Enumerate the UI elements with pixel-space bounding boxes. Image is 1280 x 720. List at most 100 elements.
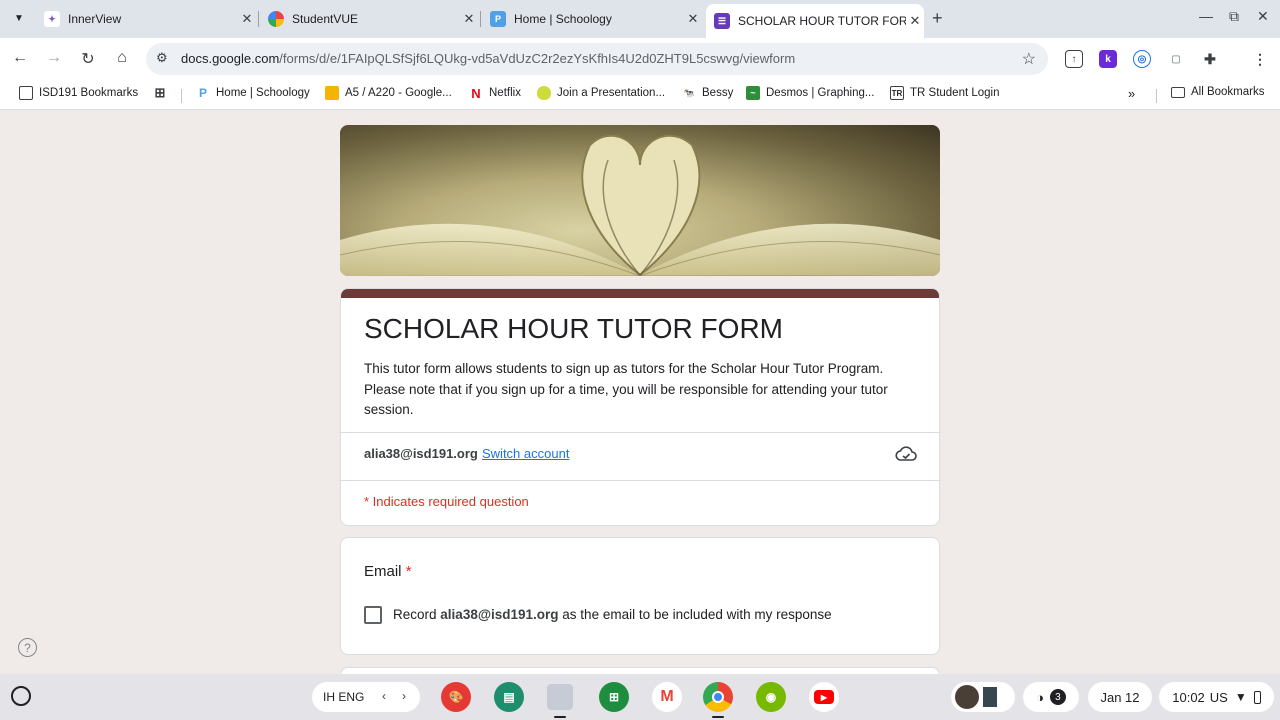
date-pill[interactable]: Jan 12 bbox=[1088, 682, 1152, 712]
switch-account-link[interactable]: Switch account bbox=[482, 446, 569, 461]
folder-icon bbox=[1171, 86, 1185, 98]
canvas-icon[interactable]: 🎨 bbox=[441, 682, 471, 712]
date-text: Jan 12 bbox=[1100, 689, 1140, 705]
tab-schoology[interactable]: P Home | Schoology ✕ bbox=[490, 5, 702, 33]
tab-scholar-hour-form[interactable]: ☰ SCHOLAR HOUR TUTOR FORM ✕ bbox=[706, 4, 924, 38]
battery-icon bbox=[1253, 690, 1261, 704]
notification-pill[interactable]: ◑ 3 bbox=[1023, 682, 1079, 712]
question-title: Email bbox=[364, 563, 402, 580]
read-aloud-icon[interactable]: ▢ bbox=[1167, 50, 1185, 68]
bookmark-tr-student-login[interactable]: TR TR Student Login bbox=[890, 86, 1000, 100]
desmos-icon: ~ bbox=[746, 86, 760, 100]
all-bookmarks-button[interactable]: All Bookmarks bbox=[1171, 86, 1265, 98]
url-domain: docs.google.com bbox=[181, 51, 280, 66]
netflix-icon: N bbox=[471, 85, 481, 101]
close-window-icon[interactable]: ✕ bbox=[1257, 8, 1269, 25]
running-indicator bbox=[712, 716, 724, 718]
reload-icon[interactable]: ↻ bbox=[78, 49, 98, 69]
bookmark-star-icon[interactable]: ☆ bbox=[1022, 49, 1036, 69]
sheets-icon[interactable]: ⊞ bbox=[599, 682, 629, 712]
launcher-icon[interactable] bbox=[11, 686, 31, 706]
status-area[interactable]: 10:02 US ▼ bbox=[1159, 682, 1274, 712]
extensions-puzzle-icon[interactable]: ✚ bbox=[1201, 50, 1219, 68]
tab-studentvue[interactable]: StudentVUE ✕ bbox=[268, 5, 478, 33]
bookmark-label: Home | Schoology bbox=[216, 87, 310, 99]
bookmark-label: A5 / A220 - Google... bbox=[345, 87, 452, 99]
notification-count-badge: 3 bbox=[1049, 689, 1066, 705]
checkbox-label-suffix: as the email to be included with my resp… bbox=[562, 607, 832, 622]
url-text[interactable]: docs.google.com/forms/d/e/1FAIpQLSfSjf6L… bbox=[181, 51, 795, 66]
chrome-icon[interactable] bbox=[703, 682, 733, 712]
bookmark-label: TR Student Login bbox=[910, 87, 1000, 99]
os-shelf: IH ENG ‹ › 🎨 ▤ ⊞ M ◉ ▶ ◑ 3 Jan 12 10:02 … bbox=[0, 674, 1280, 720]
bookmark-join-presentation[interactable]: Join a Presentation... bbox=[537, 86, 665, 100]
tab-strip: ▼ ✦ InnerView ✕ StudentVUE ✕ P Home | Sc… bbox=[0, 0, 1280, 38]
bookmark-label: ISD191 Bookmarks bbox=[39, 87, 139, 99]
classroom-icon[interactable]: ▤ bbox=[494, 682, 524, 712]
more-bookmarks-button[interactable]: » bbox=[1128, 86, 1135, 101]
running-indicator bbox=[554, 716, 566, 718]
email-question-card: Email * Record alia38@isd191.org as the … bbox=[340, 537, 940, 655]
menu-kebab-icon[interactable]: ⋮ bbox=[1251, 50, 1269, 68]
close-icon[interactable]: ✕ bbox=[460, 11, 478, 27]
restore-icon[interactable]: ⧉ bbox=[1229, 8, 1239, 25]
address-bar[interactable]: ⚙ docs.google.com/forms/d/e/1FAIpQLSfSjf… bbox=[146, 43, 1048, 75]
chevron-left-icon[interactable]: ‹ bbox=[382, 689, 386, 703]
avatar bbox=[955, 685, 979, 709]
tab-title: Home | Schoology bbox=[514, 12, 612, 26]
bookmark-schoology[interactable]: P Home | Schoology bbox=[196, 86, 310, 100]
bookmark-a5-a220[interactable]: A5 / A220 - Google... bbox=[325, 86, 452, 100]
site-info-icon[interactable]: ⚙ bbox=[156, 50, 168, 66]
bookmark-label: Desmos | Graphing... bbox=[766, 87, 875, 99]
account-row: alia38@isd191.org Switch account bbox=[341, 432, 939, 481]
wifi-icon: ▼ bbox=[1234, 690, 1247, 704]
youtube-icon[interactable]: ▶ bbox=[809, 682, 839, 712]
bookmark-label: All Bookmarks bbox=[1191, 86, 1265, 98]
bookmark-label: Netflix bbox=[489, 87, 521, 99]
theme-color-bar bbox=[341, 289, 939, 298]
record-email-checkbox[interactable] bbox=[364, 606, 382, 624]
bookmark-isd191[interactable]: ISD191 Bookmarks bbox=[19, 86, 138, 100]
browser-toolbar: ← → ↻ ⌂ ⚙ docs.google.com/forms/d/e/1FAI… bbox=[0, 38, 1280, 80]
tote-holding-space[interactable] bbox=[951, 682, 1015, 712]
screenshot-thumbnail bbox=[983, 687, 997, 707]
folder-icon bbox=[19, 86, 33, 100]
nvidia-icon[interactable]: ◉ bbox=[756, 682, 786, 712]
record-email-checkbox-label[interactable]: Record alia38@isd191.org as the email to… bbox=[393, 607, 832, 622]
tab-title: InnerView bbox=[68, 12, 122, 26]
gmail-icon[interactable]: M bbox=[652, 682, 682, 712]
page-content: SCHOLAR HOUR TUTOR FORM This tutor form … bbox=[0, 111, 1280, 674]
cloud-saved-icon bbox=[895, 445, 917, 468]
tab-search-button[interactable]: ▼ bbox=[8, 7, 30, 29]
checkbox-label-email: alia38@isd191.org bbox=[440, 607, 559, 622]
bookmark-netflix[interactable]: N Netflix bbox=[469, 85, 521, 101]
tab-innerview[interactable]: ✦ InnerView ✕ bbox=[44, 5, 256, 33]
input-method-pill[interactable]: IH ENG ‹ › bbox=[312, 682, 420, 712]
extension-upload-icon[interactable]: ↑ bbox=[1065, 50, 1083, 68]
google-forms-favicon-icon: ☰ bbox=[714, 13, 730, 29]
chevron-right-icon[interactable]: › bbox=[402, 689, 406, 703]
home-icon[interactable]: ⌂ bbox=[112, 49, 132, 67]
forward-icon[interactable]: → bbox=[44, 49, 64, 67]
minimize-icon[interactable]: — bbox=[1199, 8, 1213, 24]
kami-extension-icon[interactable]: k bbox=[1099, 50, 1117, 68]
checkbox-label-prefix: Record bbox=[393, 607, 437, 622]
new-tab-button[interactable]: + bbox=[932, 8, 943, 29]
locale-text: US bbox=[1209, 689, 1228, 705]
required-asterisk: * bbox=[405, 563, 412, 580]
close-icon[interactable]: ✕ bbox=[238, 11, 256, 27]
close-icon[interactable]: ✕ bbox=[906, 13, 924, 29]
url-path: /forms/d/e/1FAIpQLSfSjf6LQUkg-vd5aVdUzC2… bbox=[279, 51, 796, 66]
bookmark-separator bbox=[1156, 89, 1157, 103]
tab-title: StudentVUE bbox=[292, 12, 359, 26]
apps-grid-button[interactable]: ⊞ bbox=[153, 85, 173, 100]
help-icon[interactable]: ? bbox=[18, 638, 37, 657]
extension-circle-icon[interactable]: ◎ bbox=[1133, 50, 1151, 68]
close-icon[interactable]: ✕ bbox=[684, 11, 702, 27]
files-icon[interactable] bbox=[547, 684, 573, 710]
tr-icon: TR bbox=[890, 86, 904, 100]
back-icon[interactable]: ← bbox=[10, 49, 30, 67]
bookmark-desmos[interactable]: ~ Desmos | Graphing... bbox=[746, 86, 874, 100]
bookmark-bessy[interactable]: 🐄 Bessy bbox=[682, 86, 733, 100]
do-not-disturb-icon: ◑ bbox=[1036, 689, 1044, 705]
